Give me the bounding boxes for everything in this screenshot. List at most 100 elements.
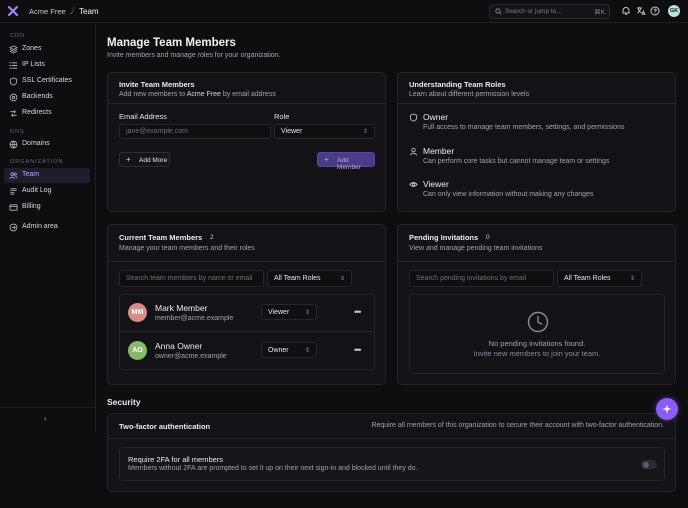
invitation-role-filter[interactable]: All Team Roles ⇕ [557, 270, 642, 287]
member-role-filter-value: All Team Roles [274, 275, 321, 282]
pending-invitations-title: Pending Invitations [409, 233, 479, 242]
pending-count: 0 [486, 234, 490, 241]
sidebar-item-label: Team [22, 171, 40, 178]
role-label: Role [274, 112, 290, 121]
page-title: Manage Team Members [107, 37, 236, 49]
help-icon[interactable] [650, 6, 660, 16]
sidebar-item-label: IP Lists [22, 61, 45, 68]
member-role-filter[interactable]: All Team Roles ⇕ [267, 270, 352, 287]
sidebar-item-zones[interactable]: Zones [4, 42, 90, 57]
assistant-fab[interactable] [656, 398, 678, 420]
sidebar-item-ssl-certificates[interactable]: SSL Certificates [4, 74, 90, 89]
sidebar-item-domains[interactable]: Domains [4, 137, 90, 152]
user-avatar[interactable]: GK [668, 5, 680, 17]
org-name: Acme Free [29, 7, 66, 16]
invite-subtitle-suffix: by email address [220, 91, 276, 98]
role-name: Member [423, 146, 455, 156]
chevron-updown-icon: ⇕ [304, 348, 310, 354]
org-switcher[interactable]: Acme Free ⌄ [29, 7, 74, 16]
invitation-search-placeholder: Search pending invitations by email [416, 275, 527, 282]
sidebar-item-label: Admin area [22, 223, 58, 230]
sidebar-item-label: Backends [22, 93, 53, 100]
server-icon [9, 93, 18, 102]
log-icon [10, 188, 17, 195]
search-icon [495, 8, 502, 15]
pending-invitations-subtitle: View and manage pending team invitations [409, 245, 543, 252]
member-role-select[interactable]: Owner ⇕ [261, 342, 317, 358]
require-2fa-title: Require 2FA for all members [128, 455, 224, 464]
invitation-search-input[interactable]: Search pending invitations by email [409, 270, 554, 287]
require-2fa-description: Members without 2FA are prompted to set … [128, 465, 418, 472]
require-2fa-toggle[interactable] [641, 460, 657, 469]
member-role-value: Owner [268, 347, 289, 354]
invitation-role-filter-value: All Team Roles [564, 275, 611, 282]
invite-subtitle-prefix: Add new members to [119, 91, 187, 98]
member-role-value: Viewer [268, 309, 290, 316]
admin-icon [9, 223, 18, 232]
empty-state-subtitle: Invite new members to join your team. [473, 349, 601, 358]
table-row: MM Mark Member member@acme.example Viewe… [120, 295, 374, 332]
role-select[interactable]: Viewer ⇕ [274, 124, 375, 139]
avatar: MM [128, 303, 147, 322]
email-field[interactable]: jane@example.com [119, 124, 271, 139]
sparkle-icon [662, 404, 672, 414]
sidebar-section-organization: ORGANIZATION [10, 159, 64, 165]
sidebar-item-billing[interactable]: Billing [4, 200, 90, 215]
page-subtitle: Invite members and manage roles for your… [107, 52, 281, 59]
sidebar-item-label: Redirects [22, 109, 52, 116]
global-search-placeholder: Search or jump to... [505, 8, 562, 15]
member-search-input[interactable]: Search team members by name or email [119, 270, 264, 287]
roles-card: Understanding Team Roles Learn about dif… [397, 72, 676, 212]
shield-icon [9, 77, 18, 86]
require-2fa-row: Require 2FA for all members Members with… [119, 447, 665, 481]
security-section-title: Security [107, 397, 141, 407]
collapse-sidebar-icon[interactable]: ‹ [44, 414, 52, 423]
toggle-knob [643, 461, 649, 468]
email-label: Email Address [119, 112, 167, 121]
current-members-header: Current Team Members 2 Manage your team … [108, 225, 385, 262]
current-members-title: Current Team Members [119, 233, 203, 242]
add-more-label: Add More [139, 156, 168, 164]
role-select-value: Viewer [281, 128, 303, 135]
role-name: Viewer [423, 179, 449, 189]
bell-icon[interactable] [621, 6, 631, 16]
sidebar-item-redirects[interactable]: Redirects [4, 106, 90, 121]
globe-icon [9, 140, 18, 149]
more-options-icon[interactable]: ••• [354, 345, 362, 355]
invite-subtitle-org: Acme Free [186, 91, 221, 98]
users-icon [9, 172, 18, 179]
table-row: AO Anna Owner owner@acme.example Owner ⇕… [120, 333, 374, 370]
member-email: member@acme.example [155, 315, 234, 322]
sidebar-item-audit-log[interactable]: Audit Log [4, 184, 90, 199]
app-logo-icon[interactable] [8, 6, 18, 16]
chevron-updown-icon: ⇕ [304, 310, 310, 316]
sidebar-item-label: Audit Log [22, 187, 52, 194]
card-icon [9, 204, 18, 211]
add-more-button[interactable]: + Add More [119, 152, 170, 167]
role-desc: Can perform core tasks but cannot manage… [423, 158, 610, 165]
member-role-select[interactable]: Viewer ⇕ [261, 304, 317, 320]
chevron-updown-icon: ⇕ [629, 276, 635, 282]
more-options-icon[interactable]: ••• [354, 307, 362, 317]
sidebar-item-backends[interactable]: Backends [4, 90, 90, 105]
roles-card-header: Understanding Team Roles Learn about dif… [398, 73, 675, 104]
pending-invitations-card: Pending Invitations 0 View and manage pe… [397, 224, 676, 385]
clock-icon [527, 311, 549, 333]
pending-invitations-header: Pending Invitations 0 View and manage pe… [398, 225, 675, 262]
chevron-updown-icon: ⇕ [362, 129, 368, 135]
sidebar-divider [0, 407, 96, 408]
sidebar-item-team[interactable]: Team [4, 168, 90, 183]
list-icon [9, 62, 18, 69]
breadcrumb-current: Team [79, 7, 99, 16]
sidebar-item-ip-lists[interactable]: IP Lists [4, 58, 90, 73]
empty-state-title: No pending invitations found. [488, 339, 586, 348]
translate-icon[interactable] [636, 6, 646, 16]
sidebar-item-label: Billing [22, 203, 41, 210]
sidebar-section-cdn: CDN [10, 33, 25, 39]
member-count: 2 [210, 234, 214, 241]
sidebar-item-admin-area[interactable]: Admin area [4, 220, 90, 235]
roles-card-title: Understanding Team Roles [409, 80, 506, 89]
global-search[interactable]: Search or jump to... ⌘K [489, 4, 610, 19]
add-member-button[interactable]: + Add Member [317, 152, 375, 171]
twofa-description: Require all members of this organization… [371, 422, 664, 429]
